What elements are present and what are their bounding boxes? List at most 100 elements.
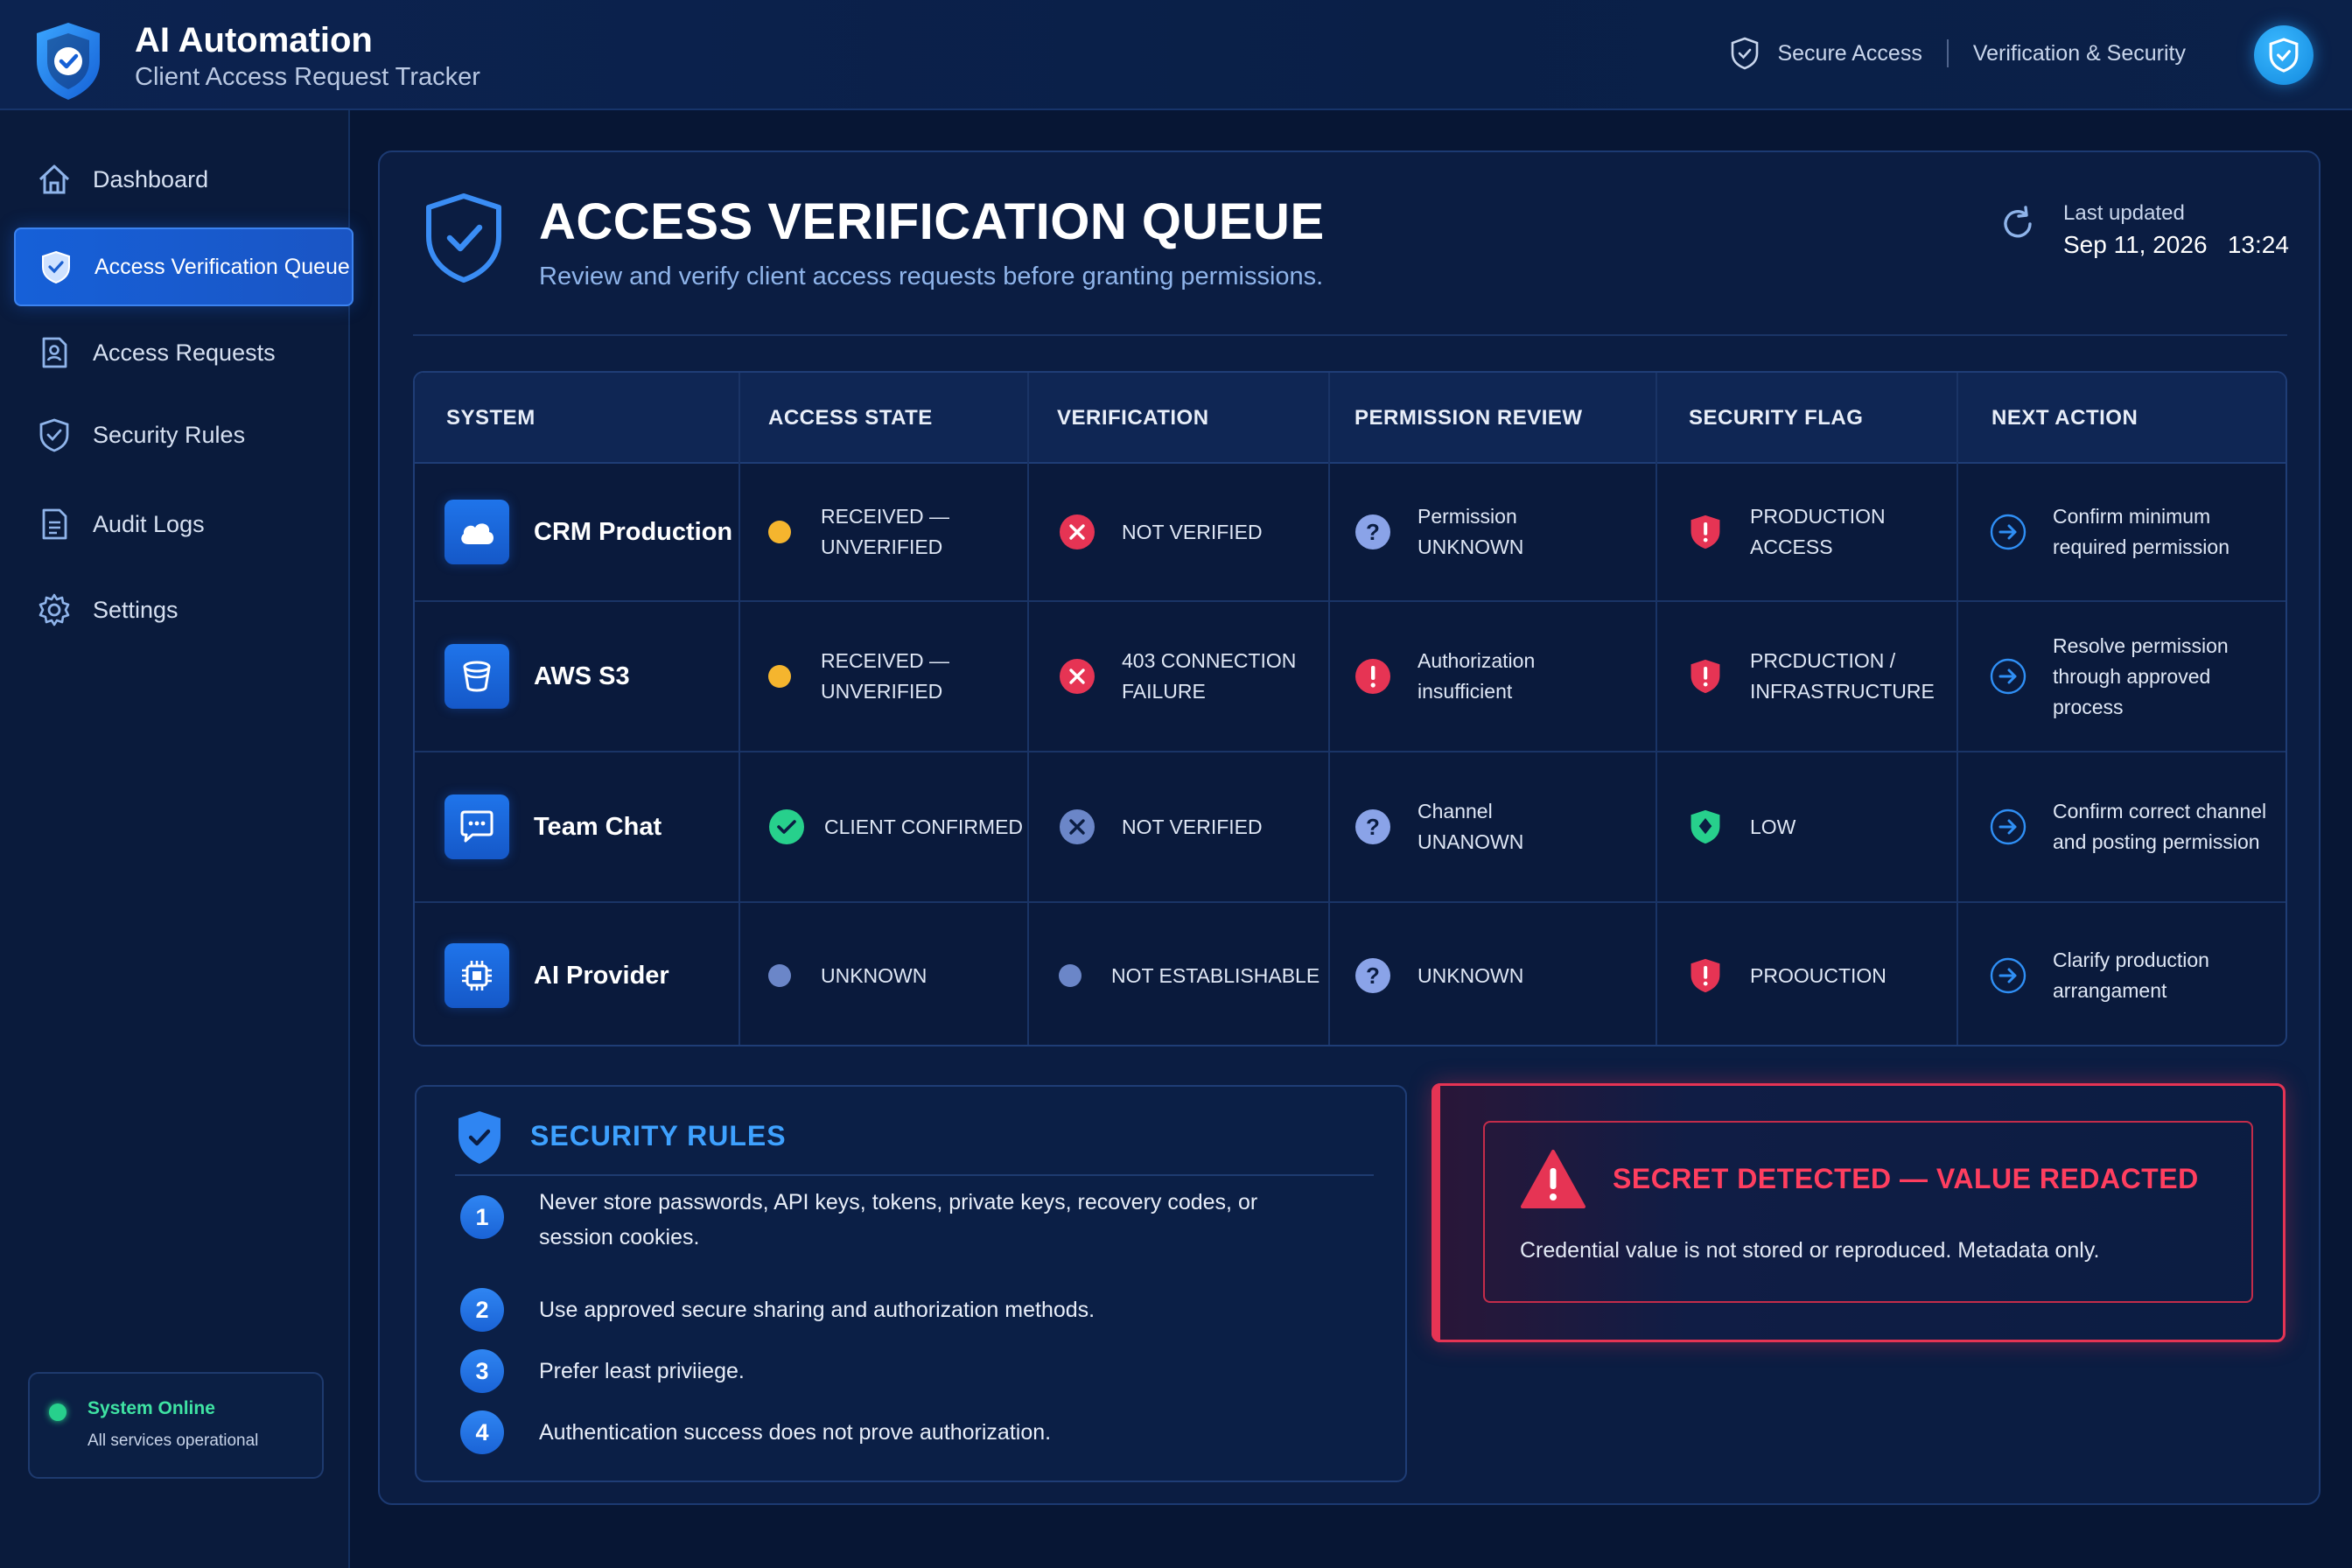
verification-status: NOT VERIFIED xyxy=(1122,520,1263,543)
gear-icon xyxy=(38,593,70,626)
page-subtitle: Review and verify client access requests… xyxy=(539,262,1324,290)
shield-check-icon xyxy=(2269,38,2299,73)
access-state-cell: RECEIVED — UNVERIFIED xyxy=(768,464,949,600)
last-updated-label: Last updated xyxy=(2063,201,2185,225)
next-action-cell[interactable]: Confirm correct channel and posting perm… xyxy=(1990,752,2266,901)
sidebar-item-label: Settings xyxy=(93,596,178,623)
shield-check-icon xyxy=(426,193,501,283)
permission-cell: ? UNKNOWN xyxy=(1354,903,1523,1045)
rule-text: Use approved secure sharing and authoriz… xyxy=(539,1298,1096,1322)
access-state-cell: UNKNOWN xyxy=(768,903,928,1045)
divider xyxy=(455,1174,1374,1176)
divider xyxy=(413,334,2287,336)
sidebar-item-label: Security Rules xyxy=(93,421,246,448)
user-avatar[interactable] xyxy=(2254,25,2314,85)
arrow-right-circle-icon[interactable] xyxy=(1990,808,2026,845)
sidebar-item-access-requests[interactable]: Access Requests xyxy=(14,313,354,392)
alert-title: SECRET DETECTED — VALUE REDACTED xyxy=(1613,1163,2199,1194)
sidebar-item-settings[interactable]: Settings xyxy=(14,570,354,649)
table-row[interactable]: Team Chat CLIENT CONFIRMED NOT VERIFIED … xyxy=(415,752,2286,903)
column-header: ACCESS STATE xyxy=(768,406,933,430)
next-action-cell[interactable]: Resolve permission through approved proc… xyxy=(1990,602,2229,751)
check-circle-icon xyxy=(769,809,804,844)
sidebar-item-label: Access Verification Queue xyxy=(94,254,350,279)
rule-number-badge: 4 xyxy=(460,1410,504,1454)
refresh-icon[interactable] xyxy=(1998,205,2037,243)
rule-text: Never store passwords, API keys, tokens,… xyxy=(539,1190,1258,1250)
access-state: RECEIVED — UNVERIFIED xyxy=(821,649,949,703)
rule-number-badge: 1 xyxy=(460,1195,504,1239)
rule-number-badge: 2 xyxy=(460,1288,504,1332)
permission-cell: ? Permission UNKNOWN xyxy=(1354,464,1523,600)
flag-cell: PROOUCTION xyxy=(1687,903,1886,1045)
permission-review: Channel UNANOWN xyxy=(1418,800,1524,853)
flag-cell: PRCDUCTION / INFRASTRUCTURE xyxy=(1687,602,1935,751)
question-icon: ? xyxy=(1355,809,1390,844)
cloud-icon xyxy=(444,500,509,564)
chip-icon xyxy=(444,943,509,1008)
security-rules-card: SECURITY RULES 1 Never store passwords, … xyxy=(415,1085,1407,1482)
sidebar: Dashboard Access Verification Queue Acce… xyxy=(0,110,354,1568)
app-header: AI Automation Client Access Request Trac… xyxy=(0,0,2352,110)
permission-cell: Authorization insufficient xyxy=(1354,602,1535,751)
system-cell: CRM Production xyxy=(444,464,732,600)
column-header: SYSTEM xyxy=(446,406,536,430)
arrow-right-circle-icon[interactable] xyxy=(1990,514,2026,550)
question-icon: ? xyxy=(1355,514,1390,550)
table-row[interactable]: CRM Production RECEIVED — UNVERIFIED NOT… xyxy=(415,464,2286,602)
alert-inner-box: SECRET DETECTED — VALUE REDACTED Credent… xyxy=(1483,1121,2253,1303)
system-name: Team Chat xyxy=(534,812,662,841)
x-circle-muted-icon xyxy=(1060,809,1095,844)
svg-text:?: ? xyxy=(1366,519,1380,545)
shield-logo-icon xyxy=(37,23,100,100)
verification-cell: NOT ESTABLISHABLE xyxy=(1059,903,1320,1045)
table-row[interactable]: AI Provider UNKNOWN NOT ESTABLISHABLE ? … xyxy=(415,903,2286,1045)
sidebar-item-label: Access Requests xyxy=(93,339,276,366)
green-shield-icon xyxy=(1690,809,1720,844)
x-circle-icon xyxy=(1060,514,1095,550)
sidebar-item-dashboard[interactable]: Dashboard xyxy=(14,140,354,219)
rule-number-badge: 3 xyxy=(460,1349,504,1393)
last-updated-value: Sep 11, 2026 13:24 xyxy=(2063,231,2289,258)
system-name: AWS S3 xyxy=(534,662,630,690)
access-state: UNKNOWN xyxy=(821,963,928,987)
verification-security-link[interactable]: Verification & Security xyxy=(1973,41,2186,66)
arrow-right-circle-icon[interactable] xyxy=(1990,957,2026,994)
next-action-cell[interactable]: Confirm minimum required permission xyxy=(1990,464,2230,600)
secure-access-link[interactable]: Secure Access xyxy=(1777,41,1922,66)
security-flag: PRODUCTION ACCESS xyxy=(1750,505,1886,558)
next-action: Clarify production arrangament xyxy=(2053,948,2209,1002)
shield-check-icon xyxy=(458,1111,500,1164)
sidebar-item-label: Audit Logs xyxy=(93,510,205,537)
next-action-cell[interactable]: Clarify production arrangament xyxy=(1990,903,2209,1045)
secret-detected-alert: SECRET DETECTED — VALUE REDACTED Credent… xyxy=(1432,1083,2286,1342)
next-action: Resolve permission through approved proc… xyxy=(2053,634,2229,718)
verification-status: NOT VERIFIED xyxy=(1122,815,1263,838)
verification-status: 403 CONNECTION FAILURE xyxy=(1122,649,1297,703)
sidebar-item-label: Dashboard xyxy=(93,165,209,192)
shield-check-icon xyxy=(42,250,70,284)
app-subtitle: Client Access Request Tracker xyxy=(135,63,480,91)
sidebar-item-audit-logs[interactable]: Audit Logs xyxy=(14,485,354,564)
security-flag: LOW xyxy=(1750,815,1796,838)
arrow-right-circle-icon[interactable] xyxy=(1990,658,2026,695)
flag-cell: LOW xyxy=(1687,752,1796,901)
system-status-card: System Online All services operational xyxy=(28,1372,324,1479)
access-state-cell: RECEIVED — UNVERIFIED xyxy=(768,602,949,751)
header-separator xyxy=(1946,39,1949,67)
alert-circle-icon xyxy=(1355,659,1390,694)
muted-status-dot xyxy=(768,964,791,987)
sidebar-item-access-verification-queue[interactable]: Access Verification Queue xyxy=(14,228,354,306)
table-row[interactable]: AWS S3 RECEIVED — UNVERIFIED 403 CONNECT… xyxy=(415,602,2286,752)
permission-review: Permission UNKNOWN xyxy=(1418,505,1524,558)
table-header: SYSTEM ACCESS STATE VERIFICATION PERMISS… xyxy=(415,373,2286,464)
status-subtitle: All services operational xyxy=(88,1432,259,1450)
system-name: CRM Production xyxy=(534,517,733,546)
permission-cell: ? Channel UNANOWN xyxy=(1354,752,1523,901)
main-panel: ACCESS VERIFICATION QUEUE Review and ver… xyxy=(378,150,2320,1505)
permission-review: Authorization insufficient xyxy=(1418,649,1536,703)
access-state: CLIENT CONFIRMED xyxy=(824,815,1024,838)
sidebar-item-security-rules[interactable]: Security Rules xyxy=(14,396,354,474)
amber-status-dot xyxy=(768,521,791,543)
next-action: Confirm correct channel and posting perm… xyxy=(2053,800,2267,853)
